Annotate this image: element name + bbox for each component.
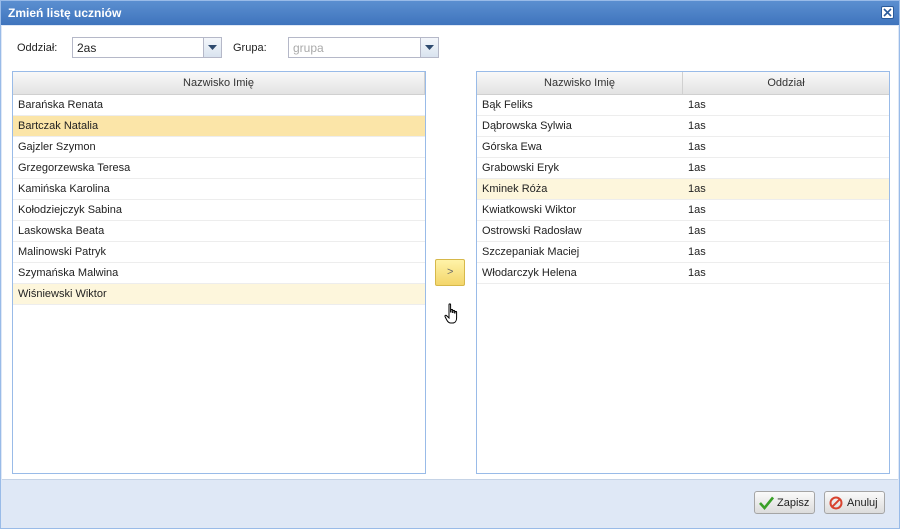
cell-name: Kołodziejczyk Sabina: [18, 204, 122, 216]
table-row[interactable]: Laskowska Beata: [13, 221, 425, 242]
cell-class: 1as: [688, 99, 706, 111]
cell-name: Ostrowski Radosław: [482, 225, 582, 237]
dialog-window: Zmień listę uczniów Oddział: 2as Grupa: …: [0, 0, 900, 529]
cell-class: 1as: [688, 204, 706, 216]
available-students-grid: Nazwisko Imię Barańska Renata Bartczak Na…: [12, 71, 426, 474]
checkmark-icon: [759, 496, 774, 510]
available-students-list: Barańska Renata Bartczak Natalia Gajzler S…: [13, 95, 425, 305]
save-button[interactable]: Zapisz: [754, 491, 815, 514]
cancel-button[interactable]: Anuluj: [824, 491, 885, 514]
cell-name: Kamińska Karolina: [18, 183, 110, 195]
grid-header: Nazwisko Imię: [13, 72, 425, 95]
cell-name: Szymańska Malwina: [18, 267, 119, 279]
move-button-label: >: [447, 266, 454, 278]
column-header-class[interactable]: Oddział: [683, 72, 889, 94]
table-row[interactable]: Kołodziejczyk Sabina: [13, 200, 425, 221]
table-row[interactable]: Szczepaniak Maciej 1as: [477, 242, 889, 263]
cell-class: 1as: [688, 120, 706, 132]
cell-name: Laskowska Beata: [18, 225, 105, 237]
dialog-footer: Zapisz Anuluj: [2, 480, 898, 528]
cell-name: Bartczak Natalia: [18, 120, 99, 132]
cell-name: Grabowski Eryk: [482, 162, 560, 174]
column-header-name[interactable]: Nazwisko Imię: [477, 72, 683, 94]
table-row[interactable]: Włodarczyk Helena 1as: [477, 263, 889, 284]
table-row[interactable]: Bąk Feliks 1as: [477, 95, 889, 116]
cell-class: 1as: [688, 225, 706, 237]
grupa-label: Grupa:: [233, 42, 267, 54]
chevron-down-icon: [425, 45, 434, 50]
table-row[interactable]: Barańska Renata: [13, 95, 425, 116]
table-row[interactable]: Dąbrowska Sylwia 1as: [477, 116, 889, 137]
table-row[interactable]: Wiśniewski Wiktor: [13, 284, 425, 305]
oddzial-label: Oddział:: [17, 42, 58, 54]
cancel-icon: [829, 496, 843, 510]
table-row[interactable]: Gajzler Szymon: [13, 137, 425, 158]
table-row[interactable]: Szymańska Malwina: [13, 263, 425, 284]
cell-name: Szczepaniak Maciej: [482, 246, 580, 258]
cancel-button-label: Anuluj: [847, 497, 878, 509]
cell-class: 1as: [688, 267, 706, 279]
cell-name: Malinowski Patryk: [18, 246, 107, 258]
save-button-label: Zapisz: [777, 497, 810, 509]
dialog-title: Zmień listę uczniów: [8, 6, 122, 20]
table-row[interactable]: Kwiatkowski Wiktor 1as: [477, 200, 889, 221]
chevron-down-icon: [208, 45, 217, 50]
move-to-right-button[interactable]: >: [435, 259, 465, 286]
table-row[interactable]: Grzegorzewska Teresa: [13, 158, 425, 179]
table-row[interactable]: Bartczak Natalia: [13, 116, 425, 137]
cell-name: Bąk Feliks: [482, 99, 533, 111]
cell-name: Grzegorzewska Teresa: [18, 162, 131, 174]
cell-name: Dąbrowska Sylwia: [482, 120, 572, 132]
grupa-combo[interactable]: grupa: [288, 37, 439, 58]
cell-name: Kminek Róża: [482, 183, 548, 195]
cell-name: Włodarczyk Helena: [482, 267, 577, 279]
oddzial-value: 2as: [77, 41, 97, 55]
table-row[interactable]: Grabowski Eryk 1as: [477, 158, 889, 179]
table-row[interactable]: Ostrowski Radosław 1as: [477, 221, 889, 242]
table-row[interactable]: Malinowski Patryk: [13, 242, 425, 263]
class-students-list: Bąk Feliks 1as Dąbrowska Sylwia 1as Górska E…: [477, 95, 889, 284]
cell-class: 1as: [688, 141, 706, 153]
oddzial-dropdown-trigger[interactable]: [203, 38, 221, 57]
cell-name: Wiśniewski Wiktor: [18, 288, 107, 300]
cell-class: 1as: [688, 183, 706, 195]
grid-header: Nazwisko Imię Oddział: [477, 72, 889, 95]
cell-name: Gajzler Szymon: [18, 141, 96, 153]
grupa-dropdown-trigger[interactable]: [420, 38, 438, 57]
class-students-grid: Nazwisko Imię Oddział Bąk Feliks 1as Dąbro…: [476, 71, 890, 474]
table-row[interactable]: Górska Ewa 1as: [477, 137, 889, 158]
cell-name: Górska Ewa: [482, 141, 542, 153]
cell-name: Barańska Renata: [18, 99, 103, 111]
close-icon: [883, 8, 892, 17]
cell-class: 1as: [688, 246, 706, 258]
column-header-name[interactable]: Nazwisko Imię: [13, 72, 425, 94]
table-row[interactable]: Kminek Róża 1as: [477, 179, 889, 200]
close-button[interactable]: [881, 6, 894, 19]
hand-cursor-icon: [444, 303, 458, 324]
cell-class: 1as: [688, 162, 706, 174]
titlebar: Zmień listę uczniów: [1, 1, 899, 25]
table-row[interactable]: Kamińska Karolina: [13, 179, 425, 200]
grupa-placeholder: grupa: [293, 41, 324, 55]
dialog-body: Oddział: 2as Grupa: grupa Nazwisko Imię …: [2, 26, 898, 480]
cell-name: Kwiatkowski Wiktor: [482, 204, 577, 216]
oddzial-combo[interactable]: 2as: [72, 37, 222, 58]
